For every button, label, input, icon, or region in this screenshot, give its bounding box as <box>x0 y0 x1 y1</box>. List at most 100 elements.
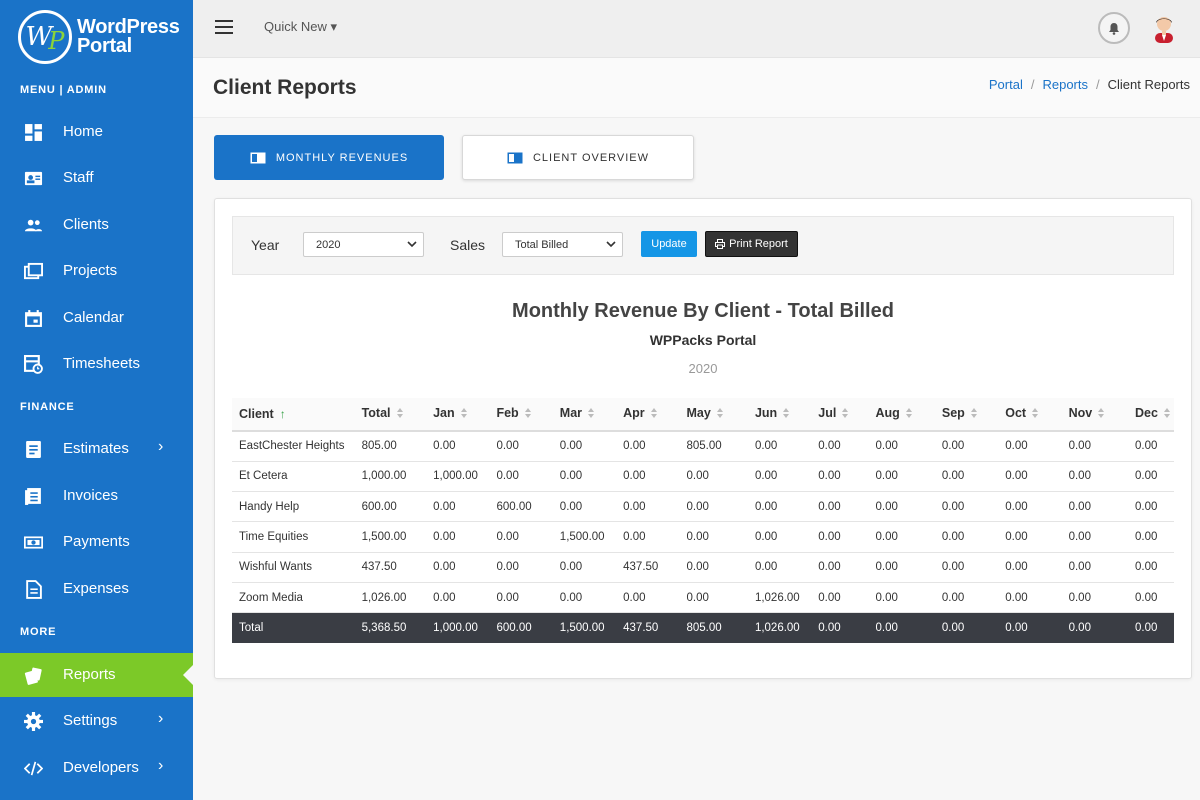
client-name-cell: Handy Help <box>232 491 355 523</box>
total-amount-cell: 600.00 <box>489 612 553 644</box>
brand-logo[interactable]: WP WordPress Portal <box>18 10 180 64</box>
column-header-may[interactable]: May <box>679 398 748 432</box>
amount-cell: 0.00 <box>1127 431 1174 462</box>
amount-cell: 0.00 <box>998 431 1062 462</box>
home-icon <box>25 124 42 141</box>
sidebar-item-home[interactable]: Home <box>0 110 193 154</box>
id-card-icon <box>24 171 43 186</box>
calendar-icon <box>25 310 42 327</box>
notifications-button[interactable] <box>1098 12 1130 44</box>
filter-bar: Year 2020 Sales Total Billed Update Prin… <box>232 216 1174 275</box>
sidebar-item-calendar[interactable]: Calendar <box>0 296 193 340</box>
amount-cell: 0.00 <box>679 491 748 523</box>
sidebar-item-label: Expenses <box>63 580 129 597</box>
amount-cell: 0.00 <box>552 491 617 523</box>
sidebar-item-developers[interactable]: Developers › <box>0 746 193 790</box>
amount-cell: 1,026.00 <box>354 582 427 614</box>
update-button[interactable]: Update <box>641 231 697 257</box>
report-card: Year 2020 Sales Total Billed Update Prin… <box>214 198 1192 679</box>
column-header-jul[interactable]: Jul <box>811 398 869 432</box>
column-header-nov[interactable]: Nov <box>1061 398 1128 432</box>
column-header-label: Jun <box>754 406 778 421</box>
sidebar-item-clients[interactable]: Clients <box>0 203 193 247</box>
amount-cell: 600.00 <box>489 491 553 523</box>
quick-new-dropdown[interactable]: Quick New ▾ <box>264 19 337 35</box>
users-icon <box>24 219 43 232</box>
print-report-button[interactable]: Print Report <box>705 231 798 257</box>
sidebar-item-payments[interactable]: Payments <box>0 520 193 564</box>
column-header-label: Dec <box>1134 406 1158 421</box>
amount-cell: 0.00 <box>998 521 1062 553</box>
amount-cell: 0.00 <box>1127 461 1174 493</box>
reports-icon <box>24 667 42 685</box>
amount-cell: 0.00 <box>1061 431 1128 462</box>
amount-cell: 0.00 <box>1061 521 1128 553</box>
total-amount-cell: 0.00 <box>998 612 1062 644</box>
hamburger-menu-icon[interactable] <box>215 20 233 34</box>
sort-icon <box>841 407 849 422</box>
amount-cell: 0.00 <box>489 431 553 462</box>
breadcrumb-portal[interactable]: Portal <box>989 77 1023 92</box>
column-header-mar[interactable]: Mar <box>552 398 617 432</box>
amount-cell: 0.00 <box>616 461 680 493</box>
sidebar-item-invoices[interactable]: Invoices <box>0 474 193 518</box>
report-book-icon <box>250 152 266 163</box>
column-header-feb[interactable]: Feb <box>489 398 553 432</box>
amount-cell: 1,026.00 <box>747 582 812 614</box>
table-row: Et Cetera 1,000.00 1,000.00 0.00 0.00 0.00 0.0… <box>232 461 1174 493</box>
sidebar-item-label: Timesheets <box>63 355 140 372</box>
avatar[interactable] <box>1151 13 1177 43</box>
amount-cell: 0.00 <box>934 582 999 614</box>
amount-cell: 437.50 <box>354 552 427 583</box>
report-year: 2020 <box>688 361 718 376</box>
column-header-total[interactable]: Total <box>354 398 427 432</box>
sidebar-item-timesheets[interactable]: Timesheets <box>0 342 193 386</box>
top-bar: Quick New ▾ <box>193 0 1200 58</box>
sidebar-item-reports[interactable]: Reports <box>0 653 193 697</box>
sidebar-item-staff[interactable]: Staff <box>0 156 193 200</box>
year-select[interactable]: 2020 <box>303 232 424 257</box>
column-header-oct[interactable]: Oct <box>998 398 1062 432</box>
amount-cell: 0.00 <box>616 491 680 523</box>
sales-select[interactable]: Total Billed <box>502 232 623 257</box>
amount-cell: 0.00 <box>868 552 935 583</box>
amount-cell: 0.00 <box>747 491 812 523</box>
sidebar-item-settings[interactable]: Settings › <box>0 699 193 743</box>
chevron-down-icon <box>407 241 417 248</box>
sort-icon <box>587 407 595 422</box>
column-header-sep[interactable]: Sep <box>934 398 999 432</box>
sidebar-item-label: Projects <box>63 262 118 279</box>
amount-cell: 0.00 <box>934 521 999 553</box>
estimate-icon <box>26 441 41 458</box>
breadcrumb-separator: / <box>1030 77 1035 92</box>
sidebar-item-estimates[interactable]: Estimates › <box>0 427 193 471</box>
sidebar-item-projects[interactable]: Projects <box>0 249 193 293</box>
breadcrumb-reports[interactable]: Reports <box>1042 77 1088 92</box>
sort-icon <box>1031 407 1039 422</box>
column-header-aug[interactable]: Aug <box>868 398 935 432</box>
tab-client-overview[interactable]: CLIENT OVERVIEW <box>462 135 694 180</box>
column-header-jan[interactable]: Jan <box>426 398 490 432</box>
column-header-label: Sep <box>941 406 965 421</box>
sidebar-item-expenses[interactable]: Expenses <box>0 567 193 611</box>
report-subtitle: WPPacks Portal <box>649 332 757 348</box>
amount-cell: 0.00 <box>1061 552 1128 583</box>
amount-cell: 0.00 <box>1061 491 1128 523</box>
total-amount-cell: 1,000.00 <box>426 612 490 644</box>
year-label: Year <box>251 237 280 253</box>
amount-cell: 0.00 <box>747 521 812 553</box>
amount-cell: 0.00 <box>868 521 935 553</box>
amount-cell: 0.00 <box>811 582 869 614</box>
column-header-jun[interactable]: Jun <box>747 398 812 432</box>
column-header-client[interactable]: Client ↑ <box>232 398 355 432</box>
column-header-apr[interactable]: Apr <box>616 398 680 432</box>
sort-icon <box>716 407 724 422</box>
sort-icon <box>1163 407 1171 422</box>
total-amount-cell: 0.00 <box>811 612 869 644</box>
column-header-label: Total <box>361 406 391 421</box>
tab-monthly-revenues[interactable]: MONTHLY REVENUES <box>214 135 444 180</box>
amount-cell: 0.00 <box>426 431 490 462</box>
column-header-label: Jan <box>433 406 455 421</box>
column-header-dec[interactable]: Dec <box>1127 398 1174 432</box>
amount-cell: 0.00 <box>747 431 812 462</box>
